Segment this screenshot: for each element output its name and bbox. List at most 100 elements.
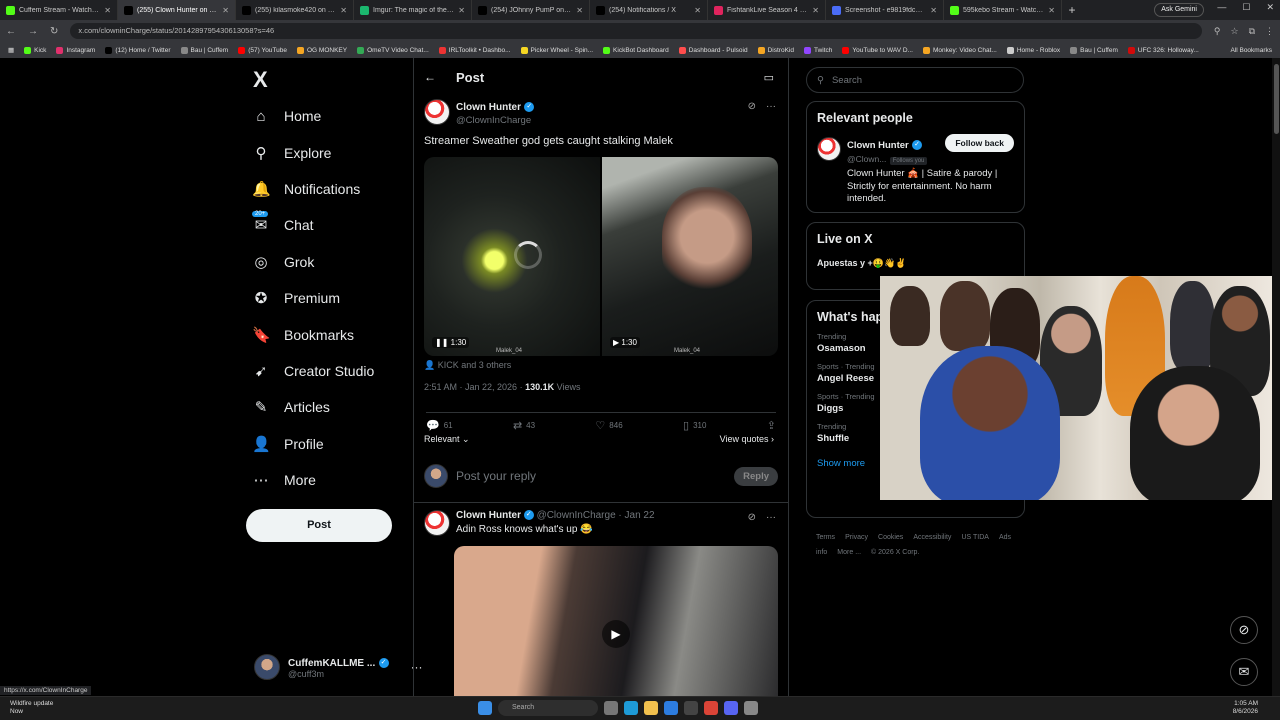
reply-input[interactable]: Post your reply [456, 469, 726, 483]
bookmark-item[interactable]: Dashboard - Pulsoid [678, 46, 748, 54]
zoom-icon[interactable]: ⚲ [1214, 26, 1221, 37]
forward-nav-icon[interactable]: → [28, 26, 38, 37]
sidebar-item-home[interactable]: ⌂ Home [252, 98, 374, 134]
new-tab-icon[interactable]: + [1062, 3, 1082, 17]
menu-icon[interactable]: ⋮ [1265, 26, 1274, 37]
explorer-icon[interactable] [644, 701, 658, 715]
like-action[interactable]: ♡ 846 [595, 419, 622, 432]
reply-tweet[interactable]: Clown Hunter ✓ @ClownInCharge · Jan 22 A… [424, 510, 655, 536]
bookmark-item[interactable]: (57) YouTube [238, 46, 287, 54]
search-input[interactable]: ⚲ Search [806, 67, 1024, 93]
reply-date[interactable]: · Jan 22 [618, 510, 654, 521]
tweet-more-icon[interactable]: ··· [766, 512, 776, 523]
bookmark-item[interactable]: (12) Home / Twitter [105, 46, 171, 54]
sidebar-item-premium[interactable]: ✪ Premium [252, 280, 374, 316]
tab-close-icon[interactable]: ✕ [1048, 6, 1055, 15]
reader-mode-icon[interactable]: ▭ [764, 71, 774, 84]
browser-tab[interactable]: Screenshot - e9819fdc3891bcd✕ [826, 0, 944, 20]
sidebar-item-grok[interactable]: ◎ Grok [252, 244, 374, 280]
edge-icon[interactable] [624, 701, 638, 715]
task-view-icon[interactable] [604, 701, 618, 715]
sidebar-item-more[interactable]: ⋯ More [252, 462, 374, 498]
tab-close-icon[interactable]: ✕ [694, 6, 701, 15]
bookmark-star-icon[interactable]: ☆ [1230, 26, 1238, 37]
bookmark-item[interactable]: OG MONKEY [297, 46, 347, 54]
close-window-icon[interactable]: ✕ [1266, 2, 1274, 13]
bookmark-item[interactable]: OmeTV Video Chat... [357, 46, 429, 54]
tab-close-icon[interactable]: ✕ [812, 6, 819, 15]
footer-link[interactable]: Terms [816, 534, 835, 541]
back-nav-icon[interactable]: ← [6, 26, 16, 37]
address-bar[interactable]: x.com/clowninCharge/status/2014289795430… [70, 23, 1202, 39]
view-quotes-link[interactable]: View quotes › [720, 434, 774, 444]
bookmark-action[interactable]: ▯ 310 [683, 419, 706, 432]
footer-link[interactable]: US TIDA [961, 534, 989, 541]
taskbar-clock[interactable]: 1:05 AM 8/6/2026 [1233, 700, 1258, 716]
sidebar-item-explore[interactable]: ⚲ Explore [252, 134, 374, 170]
reply-sort-dropdown[interactable]: Relevant ⌄ [424, 434, 470, 445]
browser-tab[interactable]: Imgur: The magic of the Intern✕ [354, 0, 472, 20]
browser-tab[interactable]: 595kebo Stream - Watch Live o ✕ [944, 0, 1062, 20]
x-logo[interactable]: X [253, 67, 268, 93]
bookmark-item[interactable]: Instagram [56, 46, 95, 54]
reply-author-handle[interactable]: @ClownInCharge [537, 510, 616, 521]
tab-close-icon[interactable]: ✕ [458, 6, 465, 15]
sidebar-item-articles[interactable]: ✎ Articles [252, 389, 374, 425]
play-icon[interactable]: ▶ [602, 620, 630, 648]
settings-icon[interactable] [744, 701, 758, 715]
tagged-users[interactable]: 👤 KICK and 3 others [424, 360, 511, 371]
tab-close-icon[interactable]: ✕ [576, 6, 583, 15]
ask-gemini-button[interactable]: Ask Gemini [1154, 3, 1204, 17]
bookmark-item[interactable]: YouTube to WAV D... [842, 46, 913, 54]
tab-close-icon[interactable]: ✕ [104, 6, 111, 15]
reply-author-name[interactable]: Clown Hunter [456, 510, 521, 521]
bookmark-item[interactable]: UFC 326: Holloway... [1127, 46, 1199, 54]
sidebar-item-bookmarks[interactable]: 🔖 Bookmarks [252, 316, 374, 352]
browser-tab[interactable]: Cuffem Stream - Watch Live on ✕ [0, 0, 118, 20]
footer-link[interactable]: Accessibility [913, 534, 951, 541]
reload-icon[interactable]: ↻ [50, 26, 58, 37]
obs-icon[interactable] [684, 701, 698, 715]
grok-fab-icon[interactable]: ⊘ [1230, 616, 1258, 644]
post-button[interactable]: Post [246, 509, 392, 542]
tweet-author[interactable]: Clown Hunter ✓ @ClownInCharge [424, 99, 535, 126]
start-icon[interactable] [478, 701, 492, 715]
browser-tab[interactable]: (255) Clown Hunter on X: "Stre ✕ [118, 0, 236, 20]
bookmark-item[interactable]: DistroKid [757, 46, 794, 54]
sidebar-item-creator-studio[interactable]: ➹ Creator Studio [252, 353, 375, 389]
browser-tab[interactable]: FishtankLive Season 4 | Freddy ✕ [708, 0, 826, 20]
minimize-icon[interactable]: — [1217, 2, 1226, 13]
reply-action[interactable]: 💬 61 [426, 419, 453, 432]
bookmark-item[interactable]: KickBot Dashboard [603, 46, 669, 54]
video-player[interactable]: ▶ 1:30 Malek_04 [602, 157, 778, 356]
chrome-icon[interactable] [704, 701, 718, 715]
author-name[interactable]: Clown Hunter [456, 102, 521, 113]
repost-action[interactable]: ⇄ 43 [513, 419, 535, 432]
person-avatar[interactable] [817, 137, 841, 161]
account-switcher[interactable]: CuffemKALLME ... ✓ @cuff3m ··· [254, 654, 423, 680]
tab-close-icon[interactable]: ✕ [340, 6, 347, 15]
weather-widget[interactable]: Wildfire update Now [10, 700, 53, 716]
bookmark-item[interactable]: Monkey: Video Chat... [922, 46, 997, 54]
maximize-icon[interactable]: ☐ [1242, 2, 1250, 13]
store-icon[interactable] [664, 701, 678, 715]
relevant-person[interactable]: Clown Hunter ✓ @Clown... Follows you Fol… [807, 125, 1024, 165]
bookmark-item[interactable]: Kick [24, 46, 46, 54]
sidebar-item-chat[interactable]: ✉ Chat 20+ [252, 207, 374, 243]
grok-explain-icon[interactable]: ⊘ [748, 101, 756, 112]
follow-back-button[interactable]: Follow back [945, 134, 1014, 152]
tab-close-icon[interactable]: ✕ [222, 6, 229, 15]
sidebar-item-notifications[interactable]: 🔔 Notifications [252, 171, 374, 207]
sidebar-item-profile[interactable]: 👤 Profile [252, 426, 374, 462]
bookmark-item[interactable]: IRLToolkit • Dashbo... [438, 46, 511, 54]
author-avatar[interactable] [424, 99, 450, 125]
scrollbar[interactable] [1272, 58, 1280, 696]
tweet-more-icon[interactable]: ··· [766, 101, 776, 112]
author-handle[interactable]: @ClownInCharge [456, 115, 534, 126]
browser-tab[interactable]: (255) kilasmoke420 on X: "Swe ✕ [236, 0, 354, 20]
scrollbar-thumb[interactable] [1274, 64, 1279, 134]
tab-close-icon[interactable]: ✕ [930, 6, 937, 15]
reply-author-avatar[interactable] [424, 510, 450, 536]
bookmark-item[interactable]: Twitch [803, 46, 832, 54]
video-player[interactable]: ❚❚ 1:30 Malek_04 [424, 157, 600, 356]
